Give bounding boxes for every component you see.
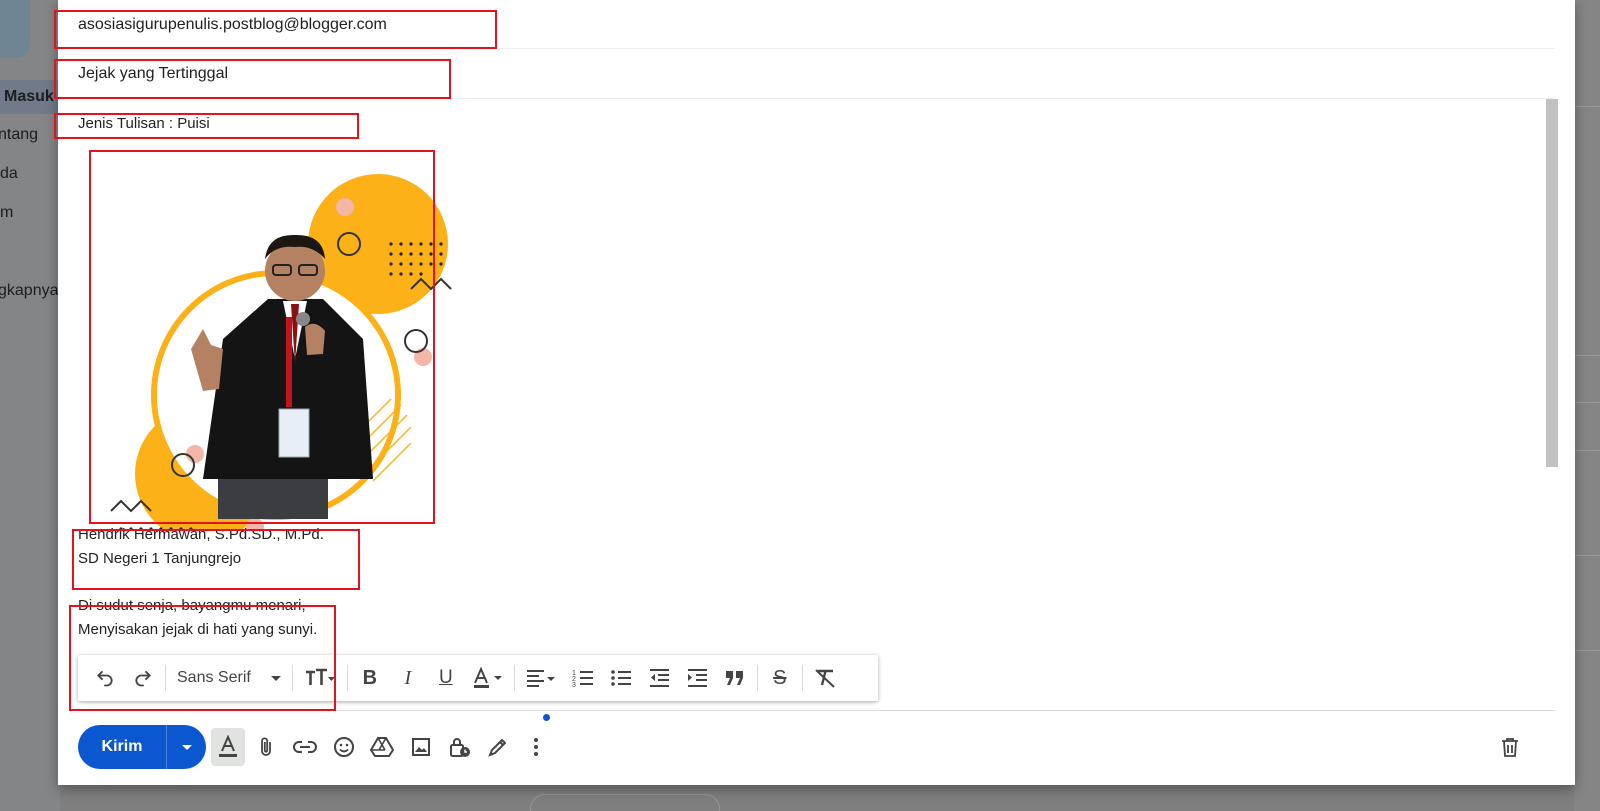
font-family-value: Sans Serif (177, 669, 251, 686)
formatting-options-icon[interactable] (211, 728, 245, 766)
send-label[interactable]: Kirim (78, 725, 166, 769)
recipient-field[interactable]: asosiasigurupenulis.postblog@blogger.com (58, 0, 1555, 49)
numbered-list-icon[interactable]: 123 (564, 659, 602, 697)
align-icon[interactable] (518, 659, 564, 697)
poem-line: Menyisakan jejak di hati yang sunyi. (78, 621, 318, 638)
author-name: Hendrik Hermawan, S.Pd.SD., M.Pd. (78, 526, 324, 543)
send-button[interactable]: Kirim (78, 725, 206, 769)
sidebar-item-starred[interactable]: ntang (0, 126, 38, 144)
emoji-icon[interactable] (327, 728, 361, 766)
strikethrough-icon[interactable]: S (761, 659, 799, 697)
font-family-select[interactable]: Sans Serif (169, 659, 289, 697)
discard-icon[interactable] (1493, 728, 1527, 766)
more-options-icon[interactable] (519, 728, 553, 766)
formatting-toolbar: Sans Serif B I U 123 S (78, 655, 878, 701)
italic-icon[interactable]: I (389, 659, 427, 697)
background-sidebar: Masuk ntang da m gkapnya (0, 0, 60, 811)
confidential-icon[interactable] (443, 728, 477, 766)
underline-icon[interactable]: U (427, 659, 465, 697)
poem-line: Di sudut senja, bayangmu menari, (78, 597, 306, 614)
image-icon[interactable] (404, 728, 438, 766)
remove-formatting-icon[interactable] (806, 659, 844, 697)
author-photo (110, 174, 452, 529)
text-color-icon[interactable] (465, 659, 511, 697)
indent-less-icon[interactable] (640, 659, 678, 697)
quote-icon[interactable] (716, 659, 754, 697)
background-email-list (1574, 0, 1600, 811)
author-school: SD Negeri 1 Tanjungrejo (78, 550, 242, 567)
background-pill (530, 794, 720, 811)
attach-icon[interactable] (250, 728, 284, 766)
drive-icon[interactable] (365, 728, 399, 766)
indent-more-icon[interactable] (678, 659, 716, 697)
body-scrollbar[interactable] (1546, 99, 1558, 467)
sidebar-item-more[interactable]: gkapnya (0, 282, 59, 300)
bulleted-list-icon[interactable] (602, 659, 640, 697)
link-icon[interactable] (288, 728, 322, 766)
background-avatar (0, 0, 30, 58)
bold-icon[interactable]: B (351, 659, 389, 697)
sidebar-item-inbox[interactable]: Masuk (0, 80, 60, 114)
chevron-down-icon (181, 744, 192, 750)
signature-icon[interactable] (481, 728, 515, 766)
text-size-icon[interactable] (296, 659, 344, 697)
subject-field[interactable]: Jejak yang Tertinggal (58, 49, 1555, 99)
notification-dot (543, 714, 550, 721)
subject-value[interactable]: Jejak yang Tertinggal (78, 65, 228, 83)
recipient-value[interactable]: asosiasigurupenulis.postblog@blogger.com (78, 16, 387, 34)
send-options-button[interactable] (166, 725, 206, 769)
sidebar-item-sent[interactable]: m (0, 204, 13, 222)
chevron-down-icon (270, 675, 281, 681)
sidebar-item-snoozed[interactable]: da (0, 165, 18, 183)
undo-icon[interactable] (86, 659, 124, 697)
redo-icon[interactable] (124, 659, 162, 697)
compose-window: asosiasigurupenulis.postblog@blogger.com… (54, 0, 1575, 785)
message-body[interactable]: Jenis Tulisan : Puisi Hendrik Hermawan, … (58, 99, 1548, 711)
genre-line: Jenis Tulisan : Puisi (78, 115, 210, 132)
svg-text:3: 3 (572, 682, 576, 688)
